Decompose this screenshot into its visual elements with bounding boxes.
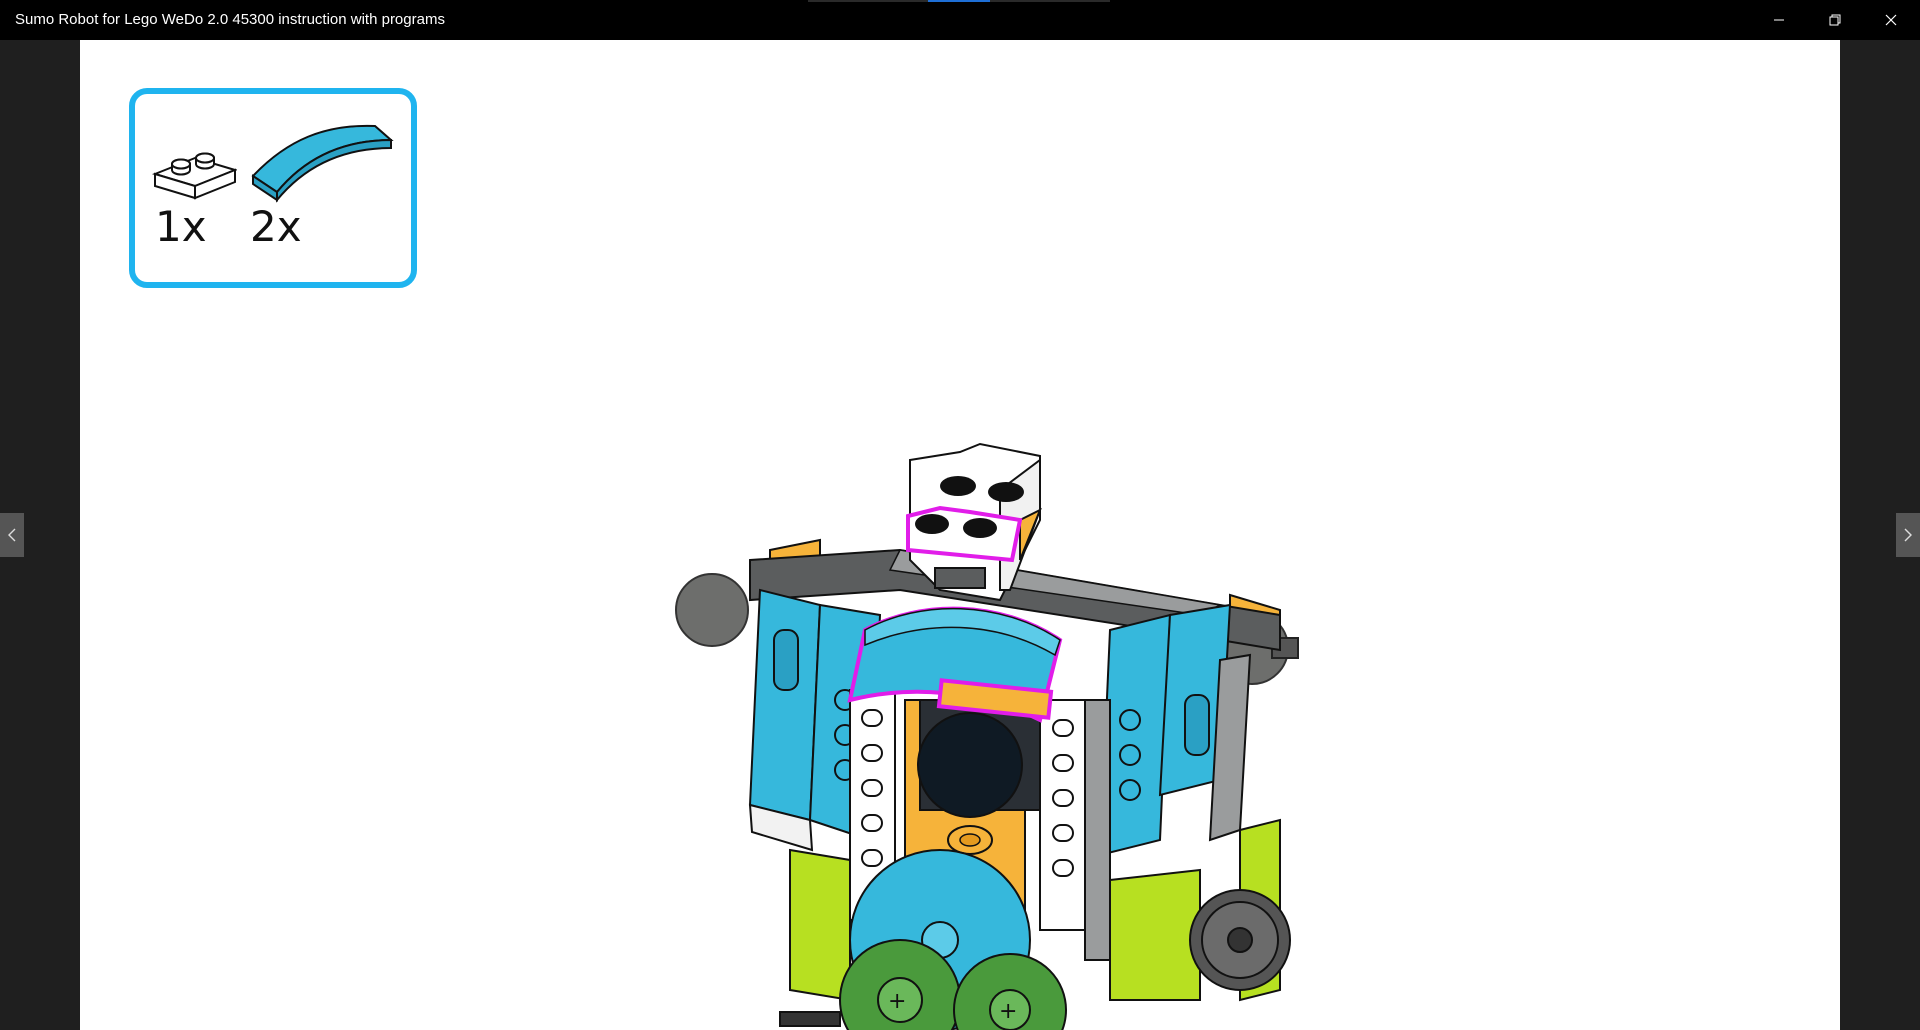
restore-icon <box>1829 14 1841 26</box>
close-icon <box>1885 14 1897 26</box>
previous-page-button[interactable] <box>0 513 24 557</box>
motion-sensor-eye <box>917 712 1023 818</box>
gear-wheel <box>1189 889 1291 991</box>
close-button[interactable] <box>1863 0 1919 40</box>
tab-indicator-active <box>928 0 990 2</box>
quantity-label-plate: 1x <box>155 202 207 251</box>
instruction-page: 1x 2x + + <box>80 40 1840 1030</box>
svg-text:+: + <box>888 989 906 1014</box>
parts-callout: 1x 2x <box>129 88 417 288</box>
minimize-button[interactable] <box>1751 0 1807 40</box>
sumo-robot-model-illustration: + + <box>675 442 1299 1030</box>
next-page-button[interactable] <box>1896 513 1920 557</box>
curved-slope-icon <box>251 124 394 203</box>
quantity-label-slope: 2x <box>250 202 302 251</box>
restore-button[interactable] <box>1807 0 1863 40</box>
plate-1x2-icon <box>151 152 237 200</box>
minimize-icon <box>1774 19 1784 21</box>
left-arm-ball <box>675 573 749 647</box>
chevron-right-icon <box>1904 528 1912 542</box>
title-bar: Sumo Robot for Lego WeDo 2.0 45300 instr… <box>0 0 1920 40</box>
svg-text:+: + <box>999 999 1017 1024</box>
chevron-left-icon <box>8 528 16 542</box>
window-title: Sumo Robot for Lego WeDo 2.0 45300 instr… <box>15 11 445 28</box>
